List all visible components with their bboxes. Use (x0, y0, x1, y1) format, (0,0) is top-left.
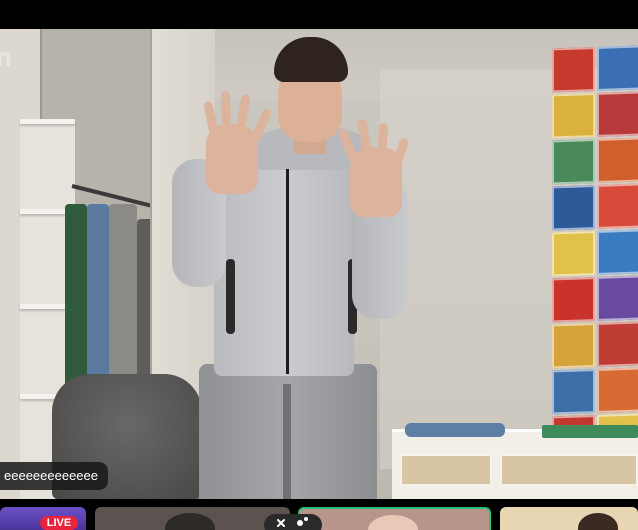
effects-button[interactable] (264, 514, 322, 530)
finger (203, 100, 219, 136)
participant-thumbnail[interactable] (95, 507, 290, 530)
live-badge: LIVE (40, 516, 78, 530)
sweatpants-seam (283, 384, 291, 499)
main-video-feed[interactable] (0, 29, 638, 499)
hoodie-pocket (226, 259, 235, 334)
hair (274, 37, 348, 82)
chat-message-bubble: eeeeeeeeeeeee (0, 462, 108, 490)
finger (220, 90, 231, 126)
top-black-bar (0, 0, 638, 29)
person (0, 29, 638, 499)
participant-thumbnail-active[interactable] (298, 507, 491, 530)
finger (236, 93, 251, 129)
sparkle-icon (277, 517, 308, 527)
participant-avatar (165, 513, 215, 530)
app-watermark: n (0, 42, 12, 72)
hoodie-zipper (286, 169, 289, 374)
participant-avatar (368, 515, 418, 530)
participant-avatar (578, 513, 618, 530)
participant-thumbnail[interactable] (500, 507, 638, 530)
